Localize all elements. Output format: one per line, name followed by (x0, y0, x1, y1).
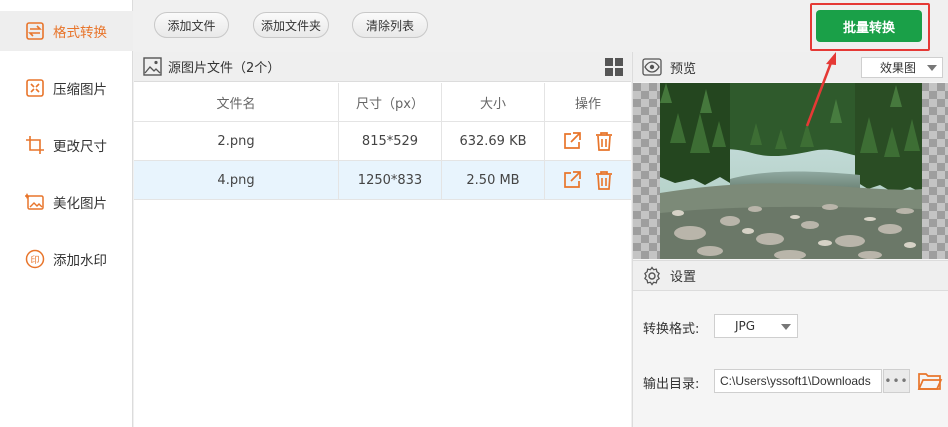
browse-dots-button[interactable]: ••• (883, 369, 910, 393)
watermark-icon: 印 (24, 248, 46, 270)
preview-mode-select[interactable]: 效果图 (861, 57, 943, 78)
output-dir-field[interactable]: C:\Users\yssoft1\Downloads (714, 369, 882, 393)
sidebar: 格式转换 压缩图片 更改尺寸 美化图片 印 添加水印 (0, 0, 133, 427)
trash-icon[interactable] (593, 130, 615, 152)
table-header: 文件名 尺寸（px） 大小 操作 (134, 83, 631, 122)
file-table: 文件名 尺寸（px） 大小 操作 2.png 815*529 632.69 KB… (134, 83, 631, 200)
add-folder-button[interactable]: 添加文件夹 (253, 12, 329, 38)
file-dimensions: 815*529 (339, 122, 442, 160)
eye-icon (642, 58, 662, 76)
trash-icon[interactable] (593, 169, 615, 191)
compress-icon (24, 77, 46, 99)
sidebar-item-beautify[interactable]: 美化图片 (0, 182, 133, 222)
open-external-icon[interactable] (561, 169, 583, 191)
chevron-down-icon (781, 324, 791, 330)
sidebar-item-compress[interactable]: 压缩图片 (0, 68, 133, 108)
sidebar-item-resize[interactable]: 更改尺寸 (0, 125, 133, 165)
preview-mode-value: 效果图 (880, 61, 917, 75)
sidebar-item-label: 美化图片 (53, 196, 107, 212)
crop-icon (24, 134, 46, 156)
column-header-size: 大小 (442, 83, 545, 121)
open-external-icon[interactable] (561, 130, 583, 152)
output-dir-label: 输出目录: (643, 377, 700, 392)
column-header-name: 文件名 (134, 83, 339, 121)
sidebar-item-watermark[interactable]: 印 添加水印 (0, 239, 133, 279)
file-size: 2.50 MB (442, 161, 545, 199)
sidebar-item-label: 压缩图片 (53, 82, 107, 98)
table-row[interactable]: 2.png 815*529 632.69 KB (134, 122, 631, 161)
grid-view-icon[interactable] (605, 58, 623, 76)
column-header-actions: 操作 (574, 96, 601, 112)
settings-title: 设置 (670, 270, 697, 285)
preview-header: 预览 效果图 (633, 52, 948, 82)
settings-header: 设置 (633, 260, 948, 291)
river-landscape-image (660, 83, 922, 259)
batch-convert-button[interactable]: 批量转换 (816, 10, 922, 42)
preview-title: 预览 (670, 61, 697, 77)
row-actions (545, 122, 631, 160)
open-folder-icon[interactable] (917, 369, 943, 393)
add-file-button[interactable]: 添加文件 (154, 12, 229, 38)
swap-icon (24, 20, 46, 42)
format-label: 转换格式: (643, 322, 700, 337)
preview-image (633, 83, 948, 259)
file-panel-title: 源图片文件（2个） (168, 61, 281, 76)
clear-list-button[interactable]: 清除列表 (352, 12, 428, 38)
column-header-dimensions: 尺寸（px） (339, 83, 442, 121)
file-name: 2.png (134, 122, 339, 160)
file-panel: 源图片文件（2个） 文件名 尺寸（px） 大小 操作 2.png 815*529… (134, 52, 631, 427)
gear-icon (642, 265, 662, 286)
sidebar-item-format-convert[interactable]: 格式转换 (0, 11, 133, 51)
file-size: 632.69 KB (442, 122, 545, 160)
beautify-icon (24, 191, 46, 213)
format-value: JPG (735, 319, 756, 333)
file-dimensions: 1250*833 (339, 161, 442, 199)
image-icon (143, 57, 162, 76)
chevron-down-icon (927, 65, 937, 71)
table-row[interactable]: 4.png 1250*833 2.50 MB (134, 161, 631, 200)
sidebar-item-label: 添加水印 (53, 253, 107, 269)
file-panel-header: 源图片文件（2个） (134, 52, 631, 82)
file-name: 4.png (134, 161, 339, 199)
sidebar-item-label: 格式转换 (53, 25, 107, 41)
right-panel: 预览 效果图 设置 转换格式: JPG 输出目录: C:\Users\yssof… (632, 52, 948, 427)
svg-text:印: 印 (30, 254, 39, 266)
toolbar: 添加文件 添加文件夹 清除列表 批量转换 (134, 0, 948, 51)
row-actions (545, 161, 631, 199)
sidebar-item-label: 更改尺寸 (53, 139, 107, 155)
format-select[interactable]: JPG (714, 314, 798, 338)
